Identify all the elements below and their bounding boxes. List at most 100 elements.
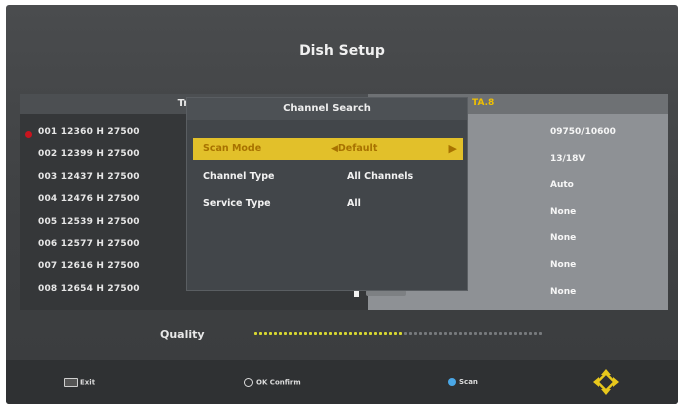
quality-dot-filled [294, 332, 297, 335]
ok-confirm-hint[interactable]: OK Confirm [244, 378, 301, 387]
quality-dot-empty [494, 332, 497, 335]
transponder-row[interactable]: 008 12654 H 27500 [38, 284, 140, 306]
exit-key-icon [64, 378, 78, 387]
settings-header-label: TA.8 [472, 98, 495, 108]
quality-label: Quality [160, 328, 205, 341]
quality-dot-filled [309, 332, 312, 335]
quality-dot-empty [424, 332, 427, 335]
setting-value[interactable]: 13/18V [550, 154, 616, 181]
scan-hint[interactable]: Scan [448, 378, 478, 386]
quality-dot-filled [384, 332, 387, 335]
quality-dot-empty [409, 332, 412, 335]
quality-dot-filled [349, 332, 352, 335]
quality-dot-empty [429, 332, 432, 335]
dialog-indicator [354, 291, 359, 297]
quality-dot-filled [279, 332, 282, 335]
quality-dot-filled [374, 332, 377, 335]
setting-value[interactable]: None [550, 233, 616, 260]
quality-dot-filled [329, 332, 332, 335]
selected-bullet-icon [25, 131, 32, 138]
transponder-row[interactable]: 003 12437 H 27500 [38, 172, 140, 194]
quality-dot-filled [284, 332, 287, 335]
tv-screen: Dish Setup Transf 001 12360 H 27500 002 … [6, 5, 678, 404]
left-arrow-icon[interactable]: ◀ [331, 144, 338, 154]
setting-value[interactable]: Auto [550, 180, 616, 207]
service-type-value: All [347, 198, 361, 209]
transponder-list[interactable]: 001 12360 H 27500 002 12399 H 27500 003 … [38, 127, 140, 306]
quality-dot-empty [479, 332, 482, 335]
quality-dot-filled [324, 332, 327, 335]
quality-dot-empty [484, 332, 487, 335]
navigation-arrows-icon [593, 369, 619, 395]
quality-dot-filled [254, 332, 257, 335]
quality-dot-filled [394, 332, 397, 335]
quality-dot-empty [524, 332, 527, 335]
setting-value[interactable]: None [550, 260, 616, 287]
scan-mode-label: Scan Mode [203, 143, 262, 154]
quality-dot-empty [504, 332, 507, 335]
scan-mode-value[interactable]: ◀Default [331, 143, 377, 154]
quality-dot-filled [269, 332, 272, 335]
quality-dot-empty [469, 332, 472, 335]
exit-label: Exit [80, 378, 96, 387]
quality-dot-empty [509, 332, 512, 335]
transponder-row[interactable]: 001 12360 H 27500 [38, 127, 140, 149]
right-arrow-icon[interactable]: ▶ [449, 142, 457, 155]
quality-dot-filled [379, 332, 382, 335]
transponder-row[interactable]: 005 12539 H 27500 [38, 217, 140, 239]
setting-value[interactable]: 09750/10600 [550, 127, 616, 154]
quality-dot-filled [334, 332, 337, 335]
ok-key-icon [244, 378, 253, 387]
footer-bar: Exit OK Confirm Scan [6, 360, 678, 404]
scan-label: Scan [459, 378, 478, 386]
quality-dot-filled [359, 332, 362, 335]
quality-dot-filled [389, 332, 392, 335]
quality-dot-filled [344, 332, 347, 335]
quality-dot-filled [274, 332, 277, 335]
service-type-option[interactable]: Service Type All [193, 193, 463, 215]
quality-dot-filled [354, 332, 357, 335]
transponder-row[interactable]: 002 12399 H 27500 [38, 149, 140, 171]
quality-dot-filled [259, 332, 262, 335]
quality-dot-empty [459, 332, 462, 335]
transponder-row[interactable]: 007 12616 H 27500 [38, 261, 140, 283]
channel-type-option[interactable]: Channel Type All Channels [193, 166, 463, 188]
quality-meter [254, 332, 544, 338]
transponder-row[interactable]: 004 12476 H 27500 [38, 194, 140, 216]
transponder-row[interactable]: 006 12577 H 27500 [38, 239, 140, 261]
quality-dot-filled [339, 332, 342, 335]
quality-dot-filled [364, 332, 367, 335]
quality-dot-filled [399, 332, 402, 335]
scan-mode-option[interactable]: Scan Mode ◀Default ▶ [193, 138, 463, 160]
scan-mode-value-text: Default [337, 143, 378, 154]
blue-key-icon [448, 378, 456, 386]
channel-type-label: Channel Type [203, 171, 275, 182]
quality-dot-filled [319, 332, 322, 335]
dialog-title: Channel Search [187, 98, 467, 120]
setting-value[interactable]: None [550, 287, 616, 314]
quality-dot-filled [304, 332, 307, 335]
service-type-label: Service Type [203, 198, 271, 209]
quality-dot-empty [464, 332, 467, 335]
quality-dot-empty [434, 332, 437, 335]
quality-dot-empty [489, 332, 492, 335]
settings-values: 09750/10600 13/18V Auto None None None N… [550, 127, 616, 313]
quality-dot-empty [514, 332, 517, 335]
quality-dot-filled [369, 332, 372, 335]
quality-dot-empty [404, 332, 407, 335]
quality-dot-empty [444, 332, 447, 335]
quality-dot-filled [264, 332, 267, 335]
quality-dot-empty [419, 332, 422, 335]
quality-dot-empty [519, 332, 522, 335]
quality-dot-empty [499, 332, 502, 335]
setting-value[interactable]: None [550, 207, 616, 234]
ok-label: OK Confirm [256, 378, 301, 387]
quality-dot-empty [529, 332, 532, 335]
channel-search-dialog: Channel Search Scan Mode ◀Default ▶ Chan… [186, 97, 468, 291]
quality-dot-empty [449, 332, 452, 335]
quality-dot-empty [439, 332, 442, 335]
exit-hint[interactable]: Exit [64, 378, 95, 387]
page-title: Dish Setup [299, 43, 385, 59]
quality-dot-empty [454, 332, 457, 335]
quality-dot-empty [539, 332, 542, 335]
